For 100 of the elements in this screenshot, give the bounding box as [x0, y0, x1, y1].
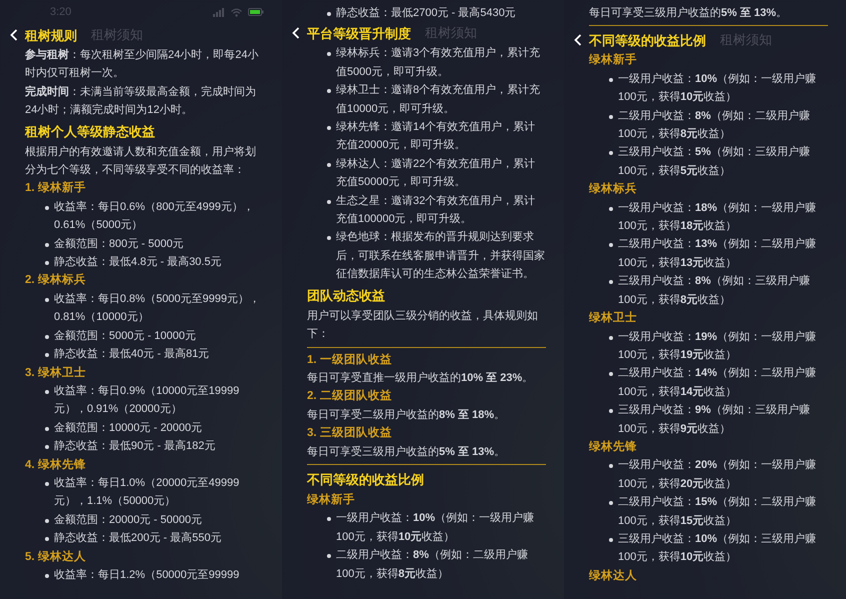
subsection-heading: 绿林新手 [307, 492, 356, 508]
list-item-text: 生态之星：邀请32个有效充值用户，累计充值100000元，即可升级。 [336, 194, 536, 228]
back-icon[interactable] [10, 29, 18, 41]
list-item-text: 二级用户收益：14%（例如：二级用户赚100元，获得14元收益） [618, 366, 818, 400]
list-item-text: 收益率：每日1.2%（50000元至99999 [54, 568, 240, 583]
bullet-icon [609, 464, 613, 468]
bullet-icon [609, 336, 613, 340]
back-icon[interactable] [574, 34, 582, 46]
subsection-heading: 5. 绿林达人 [25, 549, 87, 565]
section-heading: 不同等级的收益比例 [589, 32, 706, 50]
bullet-icon [45, 390, 49, 394]
list-item-text: 三级用户收益：5%（例如：三级用户赚100元，获得5元收益） [618, 144, 811, 179]
bullet-icon [45, 261, 49, 266]
section-heading: 团队动态收益 [307, 286, 386, 305]
list-item-text: 静态收益：最低4.8元 - 最高30.5元 [54, 254, 222, 270]
list-item-text: 绿林达人：邀请22个有效充值用户，累计充值50000元，即可升级。 [336, 156, 536, 190]
subsection-heading: 1. 绿林新手 [25, 180, 87, 196]
subsection-heading: 绿林卫士 [589, 310, 638, 326]
paragraph: 每日可享受二级用户收益的8% 至 18%。 [307, 408, 506, 423]
bullet-icon [327, 126, 331, 130]
subsection-heading: 3. 绿林卫士 [25, 365, 87, 380]
list-item-text: 金额范围：5000元 - 10000元 [54, 328, 196, 344]
list-item-text: 二级用户收益：15%（例如：二级用户赚100元，获得15元收益） [618, 494, 818, 529]
list-item-text: 一级用户收益：10%（例如：一级用户赚100元，获得10元收益） [336, 510, 536, 545]
list-item-text: 收益率：每日0.6%（800元至4999元），0.61%（5000元） [54, 200, 255, 234]
list-item-text: 静态收益：最低90元 - 最高182元 [54, 438, 216, 454]
bullet-icon [45, 242, 49, 247]
bullet-icon [327, 236, 331, 240]
bullet-icon [609, 243, 613, 248]
bullet-icon [327, 517, 331, 522]
subsection-heading: 2. 绿林标兵 [25, 272, 87, 288]
section-heading: 租树个人等级静态收益 [25, 122, 156, 141]
signal-icon [213, 8, 225, 16]
paragraph: 完成时间：未满当前等级最高金额，完成时间为24小时；满额完成时间为12小时。 [25, 84, 257, 118]
list-item-text: 一级用户收益：18%（例如：一级用户赚100元，获得18元收益） [618, 200, 818, 234]
paragraph: 参与租树：每次租树至少间隔24小时，即每24小时内仅可租树一次。 [25, 48, 260, 82]
subsection-heading: 1. 一级团队收益 [307, 352, 393, 368]
list-item-text: 二级用户收益：8%（例如：二级用户赚100元，获得8元收益） [618, 108, 811, 142]
list-item-text: 三级用户收益：10%（例如：三级用户赚100元，获得10元收益） [618, 532, 818, 566]
list-item-text: 收益率：每日0.8%（5000元至9999元），0.81%（10000元） [54, 292, 262, 326]
bullet-icon [327, 52, 331, 56]
list-item-text: 金额范围：20000元 - 50000元 [54, 512, 202, 528]
subsection-heading: 绿林新手 [589, 52, 638, 68]
section-heading: 不同等级的收益比例 [307, 470, 425, 489]
subsection-heading: 绿林达人 [589, 568, 638, 584]
list-item-text: 静态收益：最低200元 - 最高550元 [54, 530, 222, 546]
list-item-text: 金额范围：800元 - 5000元 [54, 236, 184, 252]
bullet-icon [45, 482, 49, 486]
list-item-text: 一级用户收益：10%（例如：一级用户赚100元，获得10元收益） [618, 72, 818, 106]
bullet-icon [327, 12, 331, 16]
list-item-text: 三级用户收益：8%（例如：三级用户赚100元，获得8元收益） [618, 274, 811, 308]
list-item-text: 静态收益：最低40元 - 最高81元 [54, 346, 210, 362]
section-heading: 平台等级晋升制度 [307, 24, 411, 43]
section-heading: 租树规则 [25, 26, 77, 44]
subsection-heading: 2. 二级团队收益 [307, 388, 393, 404]
paragraph: 每日可享受三级用户收益的5% 至 13%。 [589, 6, 788, 21]
subsection-heading: 3. 三级团队收益 [307, 425, 393, 442]
bullet-icon [45, 206, 49, 210]
list-item-text: 二级用户收益：13%（例如：二级用户赚100元，获得13元收益） [618, 236, 818, 271]
list-item-text: 收益率：每日1.0%（20000元至49999元），1.1%（50000元） [54, 476, 240, 510]
battery-icon [248, 8, 264, 16]
bullet-icon [609, 114, 613, 119]
list-item-text: 收益率：每日0.9%（10000元至19999元），0.91%（20000元） [54, 384, 240, 418]
list-item-text: 静态收益：最低2700元 - 最高5430元 [336, 6, 516, 21]
list-item-text: 二级用户收益：8%（例如：二级用户赚100元，获得8元收益） [336, 548, 529, 582]
bullet-icon [45, 518, 49, 523]
bullet-icon [327, 554, 331, 558]
paragraph: 用户可以享受团队三级分销的收益，具体规则如下： [307, 308, 539, 342]
bullet-icon [45, 353, 49, 358]
bullet-icon [609, 151, 613, 156]
bullet-icon [609, 206, 613, 211]
bullet-icon [609, 372, 613, 376]
paragraph: 每日可享受直推一级用户收益的10% 至 23%。 [307, 370, 534, 386]
back-icon[interactable] [292, 27, 300, 40]
bullet-icon [609, 409, 613, 414]
bullet-icon [45, 426, 49, 431]
list-item-text: 绿色地球：根据发布的晋升规则达到要求后，可联系在线客服申请晋升，并获得国家征信数据库认可的生态林公益荣誉证书。 [336, 230, 546, 282]
bullet-icon [45, 298, 49, 302]
bullet-icon [327, 162, 331, 167]
subsection-heading: 绿林先锋 [589, 439, 638, 455]
bullet-icon [609, 280, 613, 284]
bullet-icon [609, 501, 613, 506]
paragraph: 根据用户的有效邀请人数和充值金额，用户将划分为七个等级，不同等级享受不同的收益率： [25, 144, 257, 178]
list-item-text: 金额范围：10000元 - 20000元 [54, 420, 202, 436]
list-item-text: 绿林先锋：邀请14个有效充值用户，累计充值20000元，即可升级。 [336, 120, 536, 154]
list-item-text: 绿林标兵：邀请3个有效充值用户，累计充值5000元，即可升级。 [336, 46, 542, 80]
bullet-icon [609, 538, 613, 542]
subsection-heading: 绿林标兵 [589, 181, 638, 198]
bullet-icon [609, 78, 613, 82]
list-item-text: 一级用户收益：19%（例如：一级用户赚100元，获得19元收益） [618, 330, 818, 363]
bullet-icon [45, 574, 49, 578]
paragraph: 每日可享受三级用户收益的5% 至 13%。 [307, 444, 506, 460]
wifi-icon [231, 8, 242, 16]
bullet-icon [45, 334, 49, 339]
list-item-text: 绿林卫士：邀请8个有效充值用户，累计充值10000元，即可升级。 [336, 82, 542, 117]
list-item-text: 三级用户收益：9%（例如：三级用户赚100元，获得9元收益） [618, 402, 811, 437]
bullet-icon [45, 537, 49, 542]
subsection-heading: 4. 绿林先锋 [25, 457, 87, 473]
bullet-icon [45, 445, 49, 450]
list-item-text: 一级用户收益：20%（例如：一级用户赚100元，获得20元收益） [618, 458, 818, 492]
